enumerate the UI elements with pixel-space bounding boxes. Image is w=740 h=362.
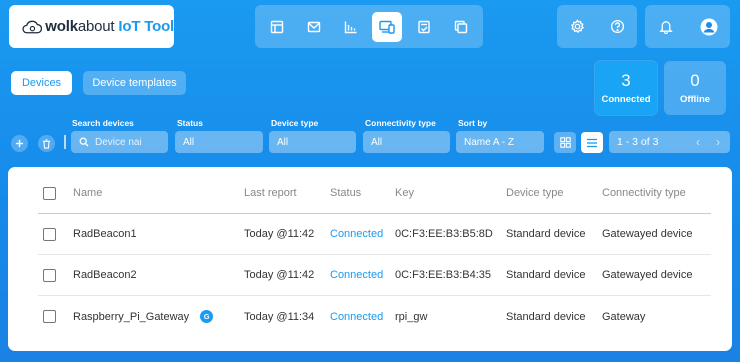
column-device-type[interactable]: Device type	[506, 187, 563, 199]
table-row[interactable]: RadBeacon1 Today @11:42 Connected 0C:F3:…	[38, 214, 711, 255]
connected-count: 3	[621, 71, 631, 90]
nav-reports[interactable]	[336, 12, 366, 42]
column-name[interactable]: Name	[73, 187, 102, 199]
devices-icon	[379, 20, 395, 34]
last-report: Today @11:42	[244, 228, 315, 240]
table-row[interactable]: RadBeacon2 Today @11:42 Connected 0C:F3:…	[38, 255, 711, 296]
column-status[interactable]: Status	[330, 187, 361, 199]
help-icon	[610, 19, 624, 34]
sort-select[interactable]: Name A - Z	[456, 131, 544, 153]
device-key: rpi_gw	[395, 310, 428, 323]
offline-label: Offline	[679, 94, 711, 105]
search-icon	[79, 137, 89, 147]
table-header: Name Last report Status Key Device type …	[38, 173, 711, 214]
nav-devices[interactable]	[372, 11, 403, 42]
status-value: Connected	[330, 310, 384, 323]
connected-count-card[interactable]: 3 Connected	[595, 61, 657, 115]
connectivity-type: Gatewayed device	[602, 269, 693, 281]
last-report: Today @11:42	[244, 269, 315, 281]
grid-icon	[559, 137, 571, 148]
column-key[interactable]: Key	[395, 187, 414, 199]
table-row[interactable]: Raspberry_Pi_Gateway G Today @11:34 Conn…	[38, 296, 711, 337]
tab-devices[interactable]: Devices	[11, 71, 72, 95]
cloud-logo-icon	[22, 20, 43, 33]
row-checkbox[interactable]	[43, 310, 56, 323]
select-all-checkbox[interactable]	[43, 186, 56, 200]
row-checkbox[interactable]	[43, 268, 56, 282]
tab-device-templates[interactable]: Device templates	[83, 71, 186, 95]
list-icon	[587, 138, 597, 147]
connected-label: Connected	[601, 94, 651, 105]
settings-button[interactable]	[564, 14, 590, 40]
nav-dashboard[interactable]	[262, 12, 292, 42]
device-name[interactable]: Raspberry_Pi_Gateway	[73, 311, 189, 323]
device-name[interactable]: RadBeacon2	[73, 269, 137, 281]
delete-device-button[interactable]	[38, 135, 55, 152]
settings-help-group	[557, 5, 637, 48]
device-type-filter-label: Device type	[271, 118, 319, 128]
column-last-report[interactable]: Last report	[244, 187, 297, 199]
user-menu-button[interactable]	[696, 14, 722, 40]
device-key: 0C:F3:EE:B3:B5:8D	[395, 228, 493, 240]
nav-messages[interactable]	[299, 12, 329, 42]
status-select[interactable]: All	[175, 131, 263, 153]
dashboard-icon	[271, 20, 284, 33]
nav-copy[interactable]	[446, 12, 476, 42]
device-type-select[interactable]: All	[269, 131, 356, 153]
device-type: Standard device	[506, 310, 586, 323]
user-icon	[700, 18, 718, 35]
reports-icon	[344, 21, 357, 33]
connectivity-select[interactable]: All	[363, 131, 450, 153]
messages-icon	[307, 21, 321, 32]
device-name[interactable]: RadBeacon1	[73, 228, 137, 240]
sort-label: Sort by	[458, 118, 488, 128]
connectivity-type: Gatewayed device	[602, 228, 693, 240]
add-device-button[interactable]	[11, 135, 28, 152]
connectivity-filter-label: Connectivity type	[365, 118, 436, 128]
toolbar-divider	[64, 135, 66, 149]
brand-name: wolkabout IoT Tool	[45, 18, 174, 35]
brand-logo[interactable]: wolkabout IoT Tool	[9, 5, 174, 48]
nav-rules[interactable]	[409, 12, 439, 42]
search-input[interactable]	[95, 136, 165, 148]
help-button[interactable]	[604, 14, 630, 40]
grid-view-button[interactable]	[554, 132, 576, 153]
search-label: Search devices	[72, 118, 134, 128]
device-key: 0C:F3:EE:B3:B4:35	[395, 269, 491, 281]
status-value: Connected	[330, 269, 384, 281]
rules-icon	[418, 20, 430, 33]
status-value: Connected	[330, 228, 384, 240]
devices-table: Name Last report Status Key Device type …	[8, 167, 732, 351]
last-report: Today @11:34	[244, 310, 315, 323]
gateway-badge: G	[200, 310, 214, 323]
connectivity-type: Gateway	[602, 310, 646, 323]
notifications-user-group	[645, 5, 730, 48]
offline-count-card[interactable]: 0 Offline	[664, 61, 726, 115]
pagination-range: 1 - 3 of 3	[617, 136, 659, 148]
prev-page-icon[interactable]: ‹	[696, 135, 700, 149]
row-checkbox[interactable]	[43, 227, 56, 241]
pagination: 1 - 3 of 3 ‹ ›	[609, 131, 730, 153]
status-filter-label: Status	[177, 118, 203, 128]
main-nav	[255, 5, 483, 48]
device-type: Standard device	[506, 228, 586, 240]
plus-icon	[15, 139, 24, 148]
copy-icon	[454, 20, 467, 33]
trash-icon	[42, 138, 51, 149]
device-type: Standard device	[506, 269, 586, 281]
bell-icon	[659, 21, 673, 34]
offline-count: 0	[690, 71, 700, 90]
next-page-icon[interactable]: ›	[716, 135, 720, 149]
gear-icon	[570, 19, 584, 34]
column-connectivity[interactable]: Connectivity type	[602, 187, 686, 199]
list-view-button[interactable]	[581, 132, 603, 153]
notifications-button[interactable]	[653, 14, 679, 40]
search-field[interactable]	[71, 131, 168, 153]
